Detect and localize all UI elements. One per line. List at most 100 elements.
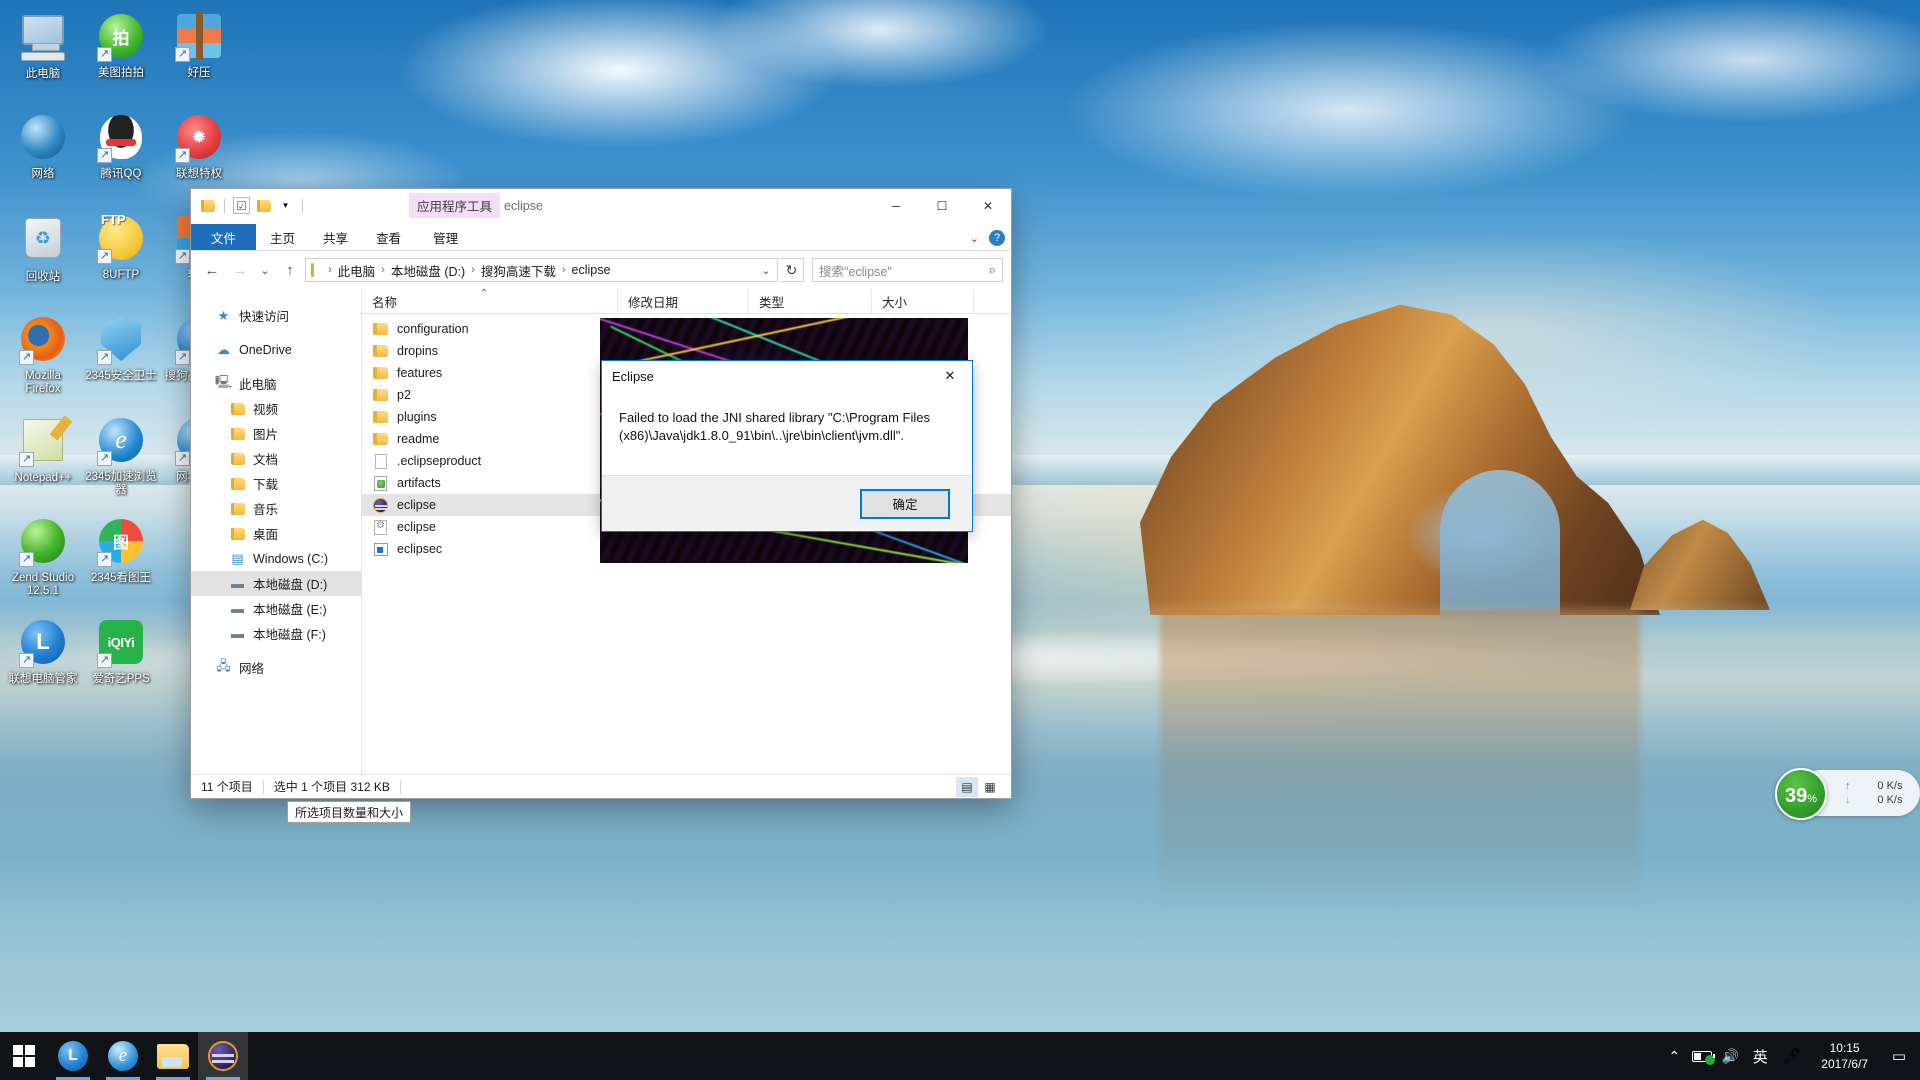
- desktop-icon-notepadpp[interactable]: Notepad++: [4, 410, 82, 511]
- system-monitor-widget[interactable]: ↑ 0 K/s ↓ 0 K/s 39 %: [1775, 768, 1920, 820]
- start-button[interactable]: [0, 1032, 48, 1080]
- tab-share[interactable]: 共享: [309, 224, 362, 250]
- properties-icon[interactable]: ☑: [233, 197, 250, 214]
- sidebar-item-network[interactable]: 🖧 网络: [191, 655, 361, 680]
- address-bar[interactable]: › 此电脑 › 本地磁盘 (D:) › 搜狗高速下载 › eclipse ⌄: [305, 258, 778, 282]
- sidebar-item-drive-d[interactable]: ▬ 本地磁盘 (D:): [191, 571, 361, 596]
- recent-locations-button[interactable]: ⌄: [255, 257, 275, 283]
- desktop-icon-2345-security[interactable]: 2345安全卫士: [82, 309, 160, 410]
- search-input[interactable]: 搜索"eclipse" ⌕: [812, 258, 1003, 282]
- cpu-usage-gauge[interactable]: 39 %: [1775, 768, 1827, 820]
- pen-tool-icon[interactable]: 🖊: [1777, 1032, 1807, 1080]
- system-tray[interactable]: ⌃ 🔊 英 🖊 10:15 2017/6/7 ▭: [1661, 1032, 1920, 1080]
- desktop-icon-2345-browser[interactable]: e 2345加速浏览器: [82, 410, 160, 511]
- refresh-button[interactable]: ↻: [780, 258, 804, 282]
- sidebar-item-drive-f[interactable]: ▬ 本地磁盘 (F:): [191, 621, 361, 646]
- contextual-tab-group-label: 应用程序工具: [409, 193, 501, 218]
- taskbar-item-eclipse[interactable]: [198, 1032, 248, 1080]
- desktop-icon-network[interactable]: 网络: [4, 107, 82, 208]
- sidebar-item-downloads[interactable]: 下载: [191, 471, 361, 496]
- ribbon-right-controls[interactable]: ⌄ ?: [970, 230, 1005, 246]
- quick-access-toolbar[interactable]: ☑ ▾: [191, 197, 306, 214]
- breadcrumb-item-sogou-download[interactable]: 搜狗高速下载: [478, 261, 559, 280]
- column-header-date[interactable]: 修改日期: [618, 288, 749, 314]
- column-headers[interactable]: 名称 ⌃ 修改日期 类型 大小: [362, 288, 1011, 314]
- ok-button[interactable]: 确定: [860, 488, 950, 519]
- details-view-icon[interactable]: ▤: [956, 776, 978, 797]
- sidebar-item-videos[interactable]: 视频: [191, 396, 361, 421]
- downloads-folder-icon: [229, 476, 246, 492]
- search-icon[interactable]: ⌕: [989, 262, 996, 278]
- breadcrumb-item-drive-d[interactable]: 本地磁盘 (D:): [388, 261, 468, 280]
- firefox-icon: [19, 317, 67, 365]
- sidebar-item-this-pc[interactable]: 🖳 此电脑: [191, 371, 361, 396]
- column-header-name[interactable]: 名称: [362, 288, 618, 314]
- desktop-icon-recycle-bin[interactable]: 回收站: [4, 208, 82, 309]
- desktop-icon-this-pc[interactable]: 此电脑: [4, 6, 82, 107]
- tab-home[interactable]: 主页: [256, 224, 309, 250]
- back-button[interactable]: ←: [199, 257, 225, 283]
- desktop-icon-firefox[interactable]: Mozilla Firefox: [4, 309, 82, 410]
- customize-chevron-icon[interactable]: ▾: [277, 197, 294, 214]
- chevron-up-icon[interactable]: ⌃: [1661, 1032, 1687, 1080]
- sidebar-item-desktop[interactable]: 桌面: [191, 521, 361, 546]
- desktop-icon-zend-studio[interactable]: Zend Studio 12.5.1: [4, 511, 82, 612]
- sidebar-item-label: 本地磁盘 (F:): [253, 628, 326, 642]
- notification-center-icon[interactable]: ▭: [1882, 1032, 1916, 1080]
- column-header-size[interactable]: 大小: [872, 288, 974, 314]
- folder-icon[interactable]: [199, 197, 216, 214]
- taskbar-item-browser[interactable]: e: [98, 1032, 148, 1080]
- minimize-button[interactable]: ─: [873, 189, 919, 222]
- help-icon[interactable]: ?: [989, 230, 1005, 246]
- desktop-icon-2345-picture[interactable]: 图 2345看图王: [82, 511, 160, 612]
- sidebar-item-documents[interactable]: 文档: [191, 446, 361, 471]
- window-controls[interactable]: ─ ☐ ✕: [873, 189, 1011, 222]
- taskbar-item-file-explorer[interactable]: [148, 1032, 198, 1080]
- sidebar-item-music[interactable]: 音乐: [191, 496, 361, 521]
- maximize-button[interactable]: ☐: [919, 189, 965, 222]
- desktop-icon-qq[interactable]: 腾讯QQ: [82, 107, 160, 208]
- dialog-close-button[interactable]: ✕: [928, 361, 972, 391]
- navigation-pane[interactable]: ★ 快速访问 ☁ OneDrive 🖳 此电脑 视频 图片 文档 下载 音乐 桌…: [191, 289, 361, 774]
- address-dropdown-icon[interactable]: ⌄: [757, 264, 775, 277]
- clock[interactable]: 10:15 2017/6/7: [1809, 1040, 1880, 1072]
- tab-view[interactable]: 查看: [362, 224, 415, 250]
- desktop-icon-label: 联想特权: [176, 168, 222, 180]
- taskbar-item-lenovo[interactable]: L: [48, 1032, 98, 1080]
- taskbar[interactable]: L e ⌃ 🔊 英 🖊 10:15 2017/6/7 ▭: [0, 1032, 1920, 1080]
- shortcut-arrow-icon: [97, 552, 112, 567]
- desktop-icon-haozip[interactable]: 好压: [160, 6, 238, 107]
- sidebar-item-pictures[interactable]: 图片: [191, 421, 361, 446]
- desktop-icon-lenovo-manager[interactable]: L 联想电脑管家: [4, 612, 82, 713]
- breadcrumb-item-eclipse[interactable]: eclipse: [569, 263, 614, 277]
- forward-button[interactable]: →: [227, 257, 253, 283]
- sidebar-item-windows-c[interactable]: ▤ Windows (C:): [191, 546, 361, 571]
- view-mode-buttons[interactable]: ▤ ▦: [956, 776, 1011, 797]
- chevron-down-icon[interactable]: ⌄: [970, 232, 979, 245]
- desktop-icon-iqiyi-pps[interactable]: iQIYi 爱奇艺PPS: [82, 612, 160, 713]
- ime-indicator[interactable]: 英: [1745, 1032, 1775, 1080]
- dialog-titlebar[interactable]: Eclipse ✕: [602, 361, 972, 391]
- breadcrumb[interactable]: › 此电脑 › 本地磁盘 (D:) › 搜狗高速下载 › eclipse: [327, 261, 757, 280]
- battery-icon[interactable]: [1689, 1032, 1716, 1080]
- breadcrumb-item-this-pc[interactable]: 此电脑: [335, 261, 379, 280]
- up-button[interactable]: ↑: [277, 257, 303, 283]
- ribbon-tab-bar[interactable]: 文件 主页 共享 查看 管理 ⌄ ?: [191, 222, 1011, 251]
- volume-icon[interactable]: 🔊: [1717, 1032, 1743, 1080]
- new-folder-icon[interactable]: [255, 197, 272, 214]
- navigation-bar[interactable]: ← → ⌄ ↑ › 此电脑 › 本地磁盘 (D:) › 搜狗高速下载 › ecl…: [191, 251, 1011, 289]
- tab-manage[interactable]: 管理: [419, 224, 472, 250]
- sidebar-item-onedrive[interactable]: ☁ OneDrive: [191, 337, 361, 362]
- file-name: p2: [397, 388, 411, 402]
- close-button[interactable]: ✕: [965, 189, 1011, 222]
- desktop-icon-meitu[interactable]: 拍 美图拍拍: [82, 6, 160, 107]
- tab-file[interactable]: 文件: [191, 224, 257, 250]
- desktop-icon-8uftp[interactable]: 8UFTP: [82, 208, 160, 309]
- column-header-type[interactable]: 类型: [749, 288, 872, 314]
- window-titlebar[interactable]: ☑ ▾ 应用程序工具 eclipse ─ ☐ ✕: [191, 189, 1011, 222]
- large-icons-view-icon[interactable]: ▦: [979, 777, 1001, 797]
- sidebar-item-drive-e[interactable]: ▬ 本地磁盘 (E:): [191, 596, 361, 621]
- desktop-icon-label: 2345加速浏览器: [85, 471, 157, 496]
- sidebar-item-quick-access[interactable]: ★ 快速访问: [191, 303, 361, 328]
- eclipse-error-dialog[interactable]: Eclipse ✕ Failed to load the JNI shared …: [601, 360, 973, 532]
